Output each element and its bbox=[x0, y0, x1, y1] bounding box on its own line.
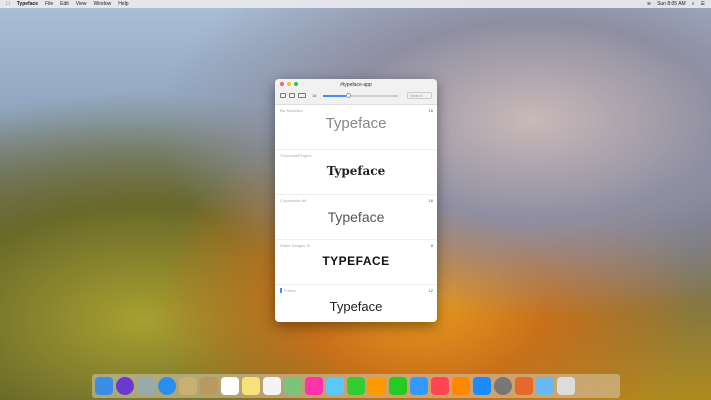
menu-edit[interactable]: Edit bbox=[60, 1, 69, 7]
numbers-icon[interactable] bbox=[389, 377, 407, 395]
safari-icon[interactable] bbox=[158, 377, 176, 395]
clock[interactable]: Sun 8:05 AM bbox=[657, 1, 686, 7]
menu-help[interactable]: Help bbox=[118, 1, 128, 7]
size-label: 16 bbox=[312, 93, 317, 98]
font-name: Bw Modelica bbox=[280, 108, 303, 113]
menu-file[interactable]: File bbox=[45, 1, 53, 7]
font-sample: Typeface bbox=[327, 209, 385, 225]
downloads-icon[interactable] bbox=[536, 377, 554, 395]
close-button[interactable] bbox=[280, 82, 284, 86]
system-preferences-icon[interactable] bbox=[494, 377, 512, 395]
sample-text-icon[interactable] bbox=[298, 93, 306, 98]
font-count: 8 bbox=[430, 243, 433, 248]
contacts-icon[interactable] bbox=[200, 377, 218, 395]
typeface-icon[interactable] bbox=[515, 377, 533, 395]
notes-icon[interactable] bbox=[242, 377, 260, 395]
maximize-button[interactable] bbox=[294, 82, 298, 86]
photos-icon[interactable] bbox=[305, 377, 323, 395]
font-row[interactable]: Diane Kangen XI 8 TYPEFACE bbox=[275, 240, 437, 285]
font-row[interactable]: ChocolateFingers Typeface bbox=[275, 150, 437, 195]
reminders-icon[interactable] bbox=[263, 377, 281, 395]
font-sample: TYPEFACE bbox=[322, 254, 390, 268]
typeface-window: #typeface-app 16 Search Bw Modelica 16 T… bbox=[275, 79, 437, 322]
search-input[interactable]: Search bbox=[407, 92, 432, 99]
size-slider[interactable] bbox=[323, 92, 399, 98]
maps-icon[interactable] bbox=[284, 377, 302, 395]
menu-window[interactable]: Window bbox=[94, 1, 112, 7]
trash-icon[interactable] bbox=[557, 377, 575, 395]
font-name: ChocolateFingers bbox=[280, 153, 312, 158]
messages-icon[interactable] bbox=[326, 377, 344, 395]
menu-app[interactable]: Typeface bbox=[17, 1, 38, 7]
app-store-icon[interactable] bbox=[473, 377, 491, 395]
siri-icon[interactable] bbox=[116, 377, 134, 395]
calendar-icon[interactable] bbox=[221, 377, 239, 395]
font-name: Corporative Alt bbox=[280, 198, 307, 203]
font-row[interactable]: Corporative Alt 16 Typeface bbox=[275, 195, 437, 240]
books-icon[interactable] bbox=[452, 377, 470, 395]
spotlight-icon[interactable]: ⌕ bbox=[692, 1, 695, 7]
launchpad-icon[interactable] bbox=[137, 377, 155, 395]
font-count: 12 bbox=[428, 288, 433, 293]
collection-icon[interactable] bbox=[289, 93, 295, 98]
pages-icon[interactable] bbox=[368, 377, 386, 395]
wifi-icon[interactable]: ≋ bbox=[647, 1, 651, 7]
font-sample: Typeface bbox=[325, 115, 387, 132]
window-title: #typeface-app bbox=[340, 82, 372, 88]
finder-icon[interactable] bbox=[95, 377, 113, 395]
sidebar-icon[interactable] bbox=[280, 93, 286, 98]
title-bar: #typeface-app 16 Search bbox=[275, 79, 437, 105]
font-count: 16 bbox=[428, 198, 433, 203]
font-name: Diane Kangen XI bbox=[280, 243, 311, 248]
font-count: 16 bbox=[428, 108, 433, 113]
keynote-icon[interactable] bbox=[410, 377, 428, 395]
photo-viewer-icon[interactable] bbox=[179, 377, 197, 395]
menu-list-icon[interactable]: ☰ bbox=[701, 1, 705, 7]
font-sample: Typeface bbox=[326, 164, 386, 178]
apple-icon[interactable]:  bbox=[6, 1, 10, 7]
font-sample: Typeface bbox=[329, 299, 383, 314]
menu-view[interactable]: View bbox=[76, 1, 87, 7]
font-name: Futura bbox=[280, 288, 296, 293]
facetime-icon[interactable] bbox=[347, 377, 365, 395]
minimize-button[interactable] bbox=[287, 82, 291, 86]
music-icon[interactable] bbox=[431, 377, 449, 395]
font-row[interactable]: Futura 12 Typeface bbox=[275, 285, 437, 322]
menu-bar:  Typeface File Edit View Window Help ≋ … bbox=[0, 0, 711, 8]
dock bbox=[92, 374, 620, 398]
font-row[interactable]: Bw Modelica 16 Typeface bbox=[275, 105, 437, 150]
